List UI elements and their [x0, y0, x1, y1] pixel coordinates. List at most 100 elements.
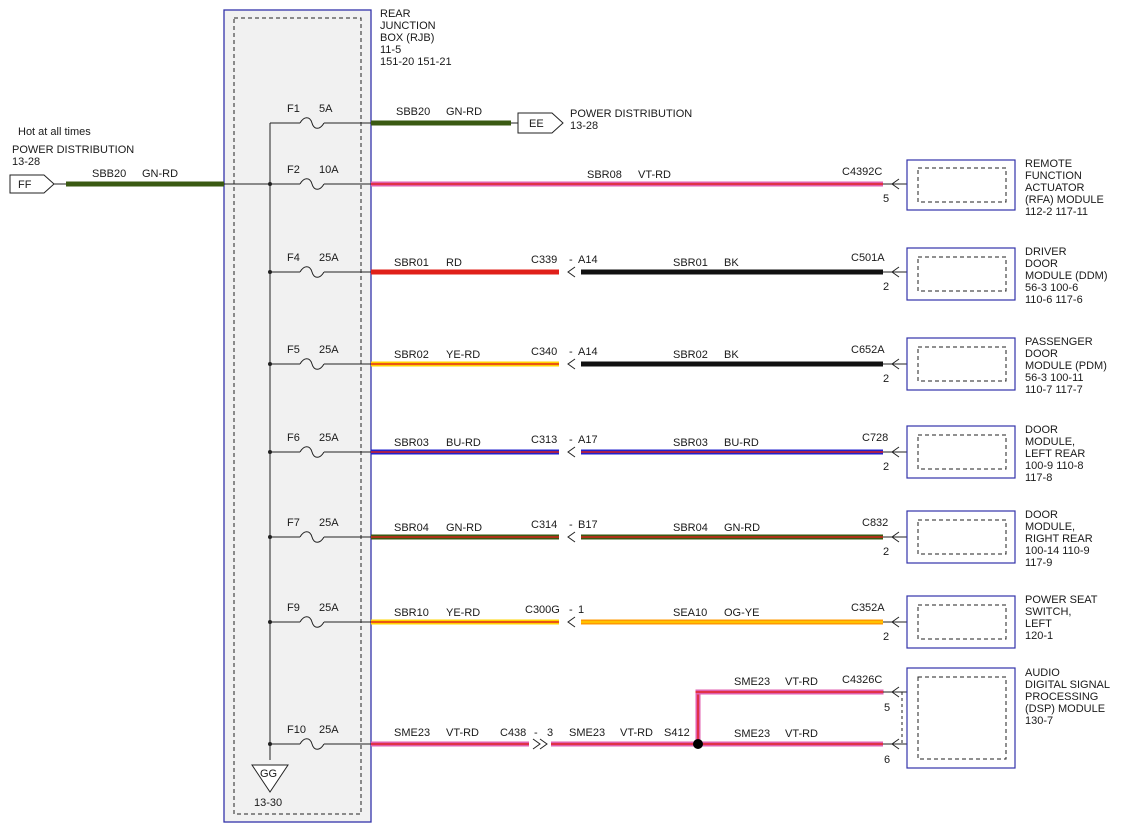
- circuit-f2: SBR08 VT-RD C4392C 5 REMOTE FUNCTION ACT…: [371, 158, 1104, 218]
- left-color-label: GN-RD: [446, 522, 482, 534]
- f10-mid-circuit: SME23: [569, 727, 605, 739]
- f10-module-box: [906, 667, 1016, 769]
- input-power-distribution: Hot at all times POWER DISTRIBUTION 13-2…: [9, 126, 224, 194]
- f10-top-circuit: SME23: [734, 676, 770, 688]
- right-circuit-label: SBR04: [673, 522, 708, 534]
- module-label-line: MODULE (DDM): [1025, 270, 1108, 282]
- c438-connector-symbol: [532, 738, 548, 750]
- ee-ref-label: 13-28: [570, 120, 598, 132]
- inline-connector-icon: [567, 266, 576, 278]
- input-hot-label: Hot at all times: [18, 126, 91, 138]
- module-label-line: SWITCH,: [1025, 606, 1071, 618]
- input-dest-label: POWER DISTRIBUTION: [12, 144, 134, 156]
- fuse-amp-label: 25A: [319, 517, 339, 529]
- wire-tracer-stripe: [551, 743, 698, 745]
- bus-junction-dot: [268, 535, 272, 539]
- wire-tracer-stripe: [581, 451, 883, 453]
- circuit-f9: SBR10 YE-RD C300G -1 SEA10 OG-YE C352A 2 POWER S…: [371, 594, 1098, 649]
- module-label-line: DOOR: [1025, 424, 1058, 436]
- end-connector-label: C728: [862, 432, 888, 444]
- module-label-line: PASSENGER: [1025, 336, 1093, 348]
- input-color-label: GN-RD: [142, 168, 178, 180]
- rjb-label-line-1: REAR: [380, 8, 411, 20]
- f10-bot-circuit: SME23: [734, 728, 770, 740]
- right-color-label: GN-RD: [724, 522, 760, 534]
- circuit-f4: SBR01 RD C339- A14 SBR01 BK C501A 2 DRIVERDOORMO…: [371, 246, 1108, 306]
- rjb-label-line-5: 151-20 151-21: [380, 56, 452, 68]
- connector-pin-label: 1: [578, 604, 584, 616]
- left-circuit-label: SBR01: [394, 257, 429, 269]
- module-label-line: 117-8: [1025, 472, 1052, 484]
- left-circuit-label: SBR02: [394, 349, 429, 361]
- end-connector-label: C352A: [851, 602, 885, 614]
- f2-end-pin: 5: [883, 193, 889, 205]
- left-circuit-label: SBR04: [394, 522, 429, 534]
- rear-junction-box: REAR JUNCTION BOX (RJB) 11-5 151-20 151-…: [223, 8, 452, 823]
- wire-tracer-stripe: [371, 451, 559, 453]
- circuit-f10-audio: SME23 VT-RD C438 - 3 SME23 VT-RD S412 SM…: [371, 667, 1110, 769]
- bus-junction-dot: [268, 620, 272, 624]
- fuse-amp-label: 25A: [319, 344, 339, 356]
- rjb-label-line-3: BOX (RJB): [380, 32, 434, 44]
- wiring-diagram: REAR JUNCTION BOX (RJB) 11-5 151-20 151-…: [9, 8, 1110, 823]
- connector-label: C300G: [525, 604, 560, 616]
- bus-junction-dot: [268, 450, 272, 454]
- ee-wire: [371, 120, 511, 126]
- left-color-label: BU-RD: [446, 437, 481, 449]
- f2-module-line-5: 112-2 117-11: [1025, 206, 1088, 218]
- connector-pin-label: B17: [578, 519, 598, 531]
- module-label-line: 100-14 110-9: [1025, 545, 1090, 557]
- input-ref-label: 13-28: [12, 156, 40, 168]
- f10-top-color: VT-RD: [785, 676, 818, 688]
- connector-dash: -: [569, 346, 573, 358]
- splice-s412-dot: [693, 739, 703, 749]
- right-circuit-label: SBR02: [673, 349, 708, 361]
- fuse-id-label: F4: [287, 252, 300, 264]
- inline-connector-icon: [567, 531, 576, 543]
- fuse-amp-label: 25A: [319, 724, 339, 736]
- fuse-amp-label: 10A: [319, 164, 339, 176]
- connector-ff-tag: [9, 174, 55, 194]
- f10-module-line-4: (DSP) MODULE: [1025, 703, 1105, 715]
- f10-left-color: VT-RD: [446, 727, 479, 739]
- output-power-distribution: EE SBB20 GN-RD POWER DISTRIBUTION 13-28: [371, 106, 692, 134]
- module-inner-dashed: [917, 434, 1007, 470]
- end-connector-label: C652A: [851, 344, 885, 356]
- module-inner-dashed: [917, 346, 1007, 382]
- f10-left-circuit: SME23: [394, 727, 430, 739]
- module-label-line: POWER SEAT: [1025, 594, 1098, 606]
- rjb-label-line-2: JUNCTION: [380, 20, 436, 32]
- module-label-line: DRIVER: [1025, 246, 1067, 258]
- inline-connector-icon: [567, 358, 576, 370]
- connector-pin-label: A14: [578, 254, 598, 266]
- f2-color-label: VT-RD: [638, 169, 671, 181]
- fuse-id-label: F6: [287, 432, 300, 444]
- module-label-line: MODULE,: [1025, 521, 1075, 533]
- module-label-line: 110-7 117-7: [1025, 384, 1083, 396]
- ee-color-label: GN-RD: [446, 106, 482, 118]
- f10-pin-top: 5: [884, 702, 890, 714]
- connector-dash: -: [569, 604, 573, 616]
- connector-dash: -: [569, 519, 573, 531]
- right-color-label: BK: [724, 257, 739, 269]
- fuse-id-label: F10: [287, 724, 306, 736]
- left-color-label: YE-RD: [446, 607, 480, 619]
- fuse-id-label: F2: [287, 164, 300, 176]
- f10-module-line-5: 130-7: [1025, 715, 1053, 727]
- input-circuit-label: SBB20: [92, 168, 126, 180]
- ground-ref: 13-30: [254, 797, 282, 809]
- module-inner-dashed: [917, 604, 1007, 640]
- end-pin-label: 2: [883, 281, 889, 293]
- module-label-line: LEFT: [1025, 618, 1052, 630]
- module-label-line: 100-9 110-8: [1025, 460, 1084, 472]
- ground-tag: GG: [260, 768, 277, 780]
- f2-module-line-1: REMOTE: [1025, 158, 1072, 170]
- wire-tracer-stripe: [700, 743, 883, 745]
- circuit-f5: SBR02 YE-RD C340- A14 SBR02 BK C652A 2 PASSENGER…: [371, 336, 1107, 396]
- fuse-amp-label: 5A: [319, 103, 333, 115]
- connector-ff-label: FF: [18, 179, 32, 191]
- f2-circuit-label: SBR08: [587, 169, 622, 181]
- left-color-label: RD: [446, 257, 462, 269]
- connector-label: C313: [531, 434, 557, 446]
- bus-junction-dot: [268, 182, 272, 186]
